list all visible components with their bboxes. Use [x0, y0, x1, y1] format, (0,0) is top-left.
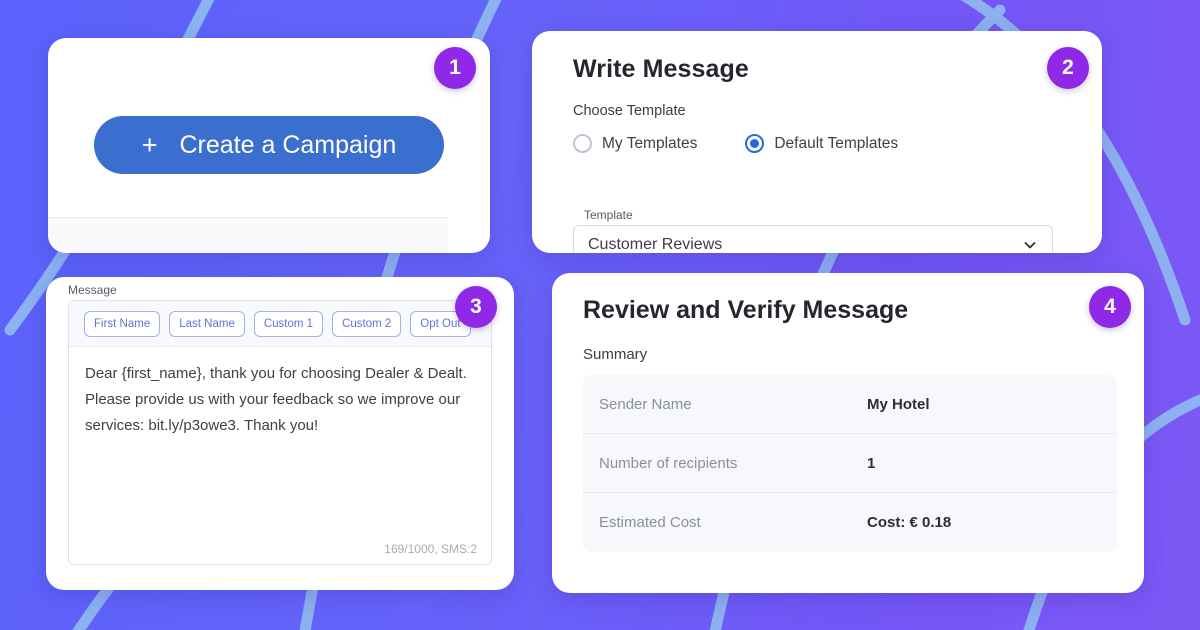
- token-chip-last-name[interactable]: Last Name: [169, 310, 245, 337]
- summary-label: Summary: [583, 346, 648, 363]
- token-chip-first-name[interactable]: First Name: [84, 310, 161, 337]
- template-select-value: Customer Reviews: [588, 235, 723, 253]
- step-badge-4: 4: [1089, 286, 1131, 328]
- summary-table: Sender Name My Hotel Number of recipient…: [583, 375, 1117, 552]
- radio-default-templates[interactable]: Default Templates: [745, 134, 898, 153]
- token-chip-custom-2[interactable]: Custom 2: [332, 310, 402, 337]
- step-badge-2: 2: [1047, 47, 1089, 89]
- radio-my-templates-label: My Templates: [602, 134, 698, 152]
- step-badge-3: 3: [455, 286, 497, 328]
- message-field-label: Message: [68, 283, 117, 297]
- summary-key-estimated-cost: Estimated Cost: [599, 514, 701, 531]
- template-source-radio-group: My Templates Default Templates: [573, 134, 898, 153]
- card-review-verify: Review and Verify Message Summary Sender…: [552, 273, 1144, 593]
- radio-my-templates[interactable]: My Templates: [573, 134, 697, 153]
- summary-value-sender-name: My Hotel: [867, 395, 930, 413]
- table-header-strip: [48, 217, 448, 253]
- summary-key-recipients: Number of recipients: [599, 454, 738, 472]
- create-campaign-label: Create a Campaign: [179, 130, 397, 159]
- summary-value-recipients: 1: [867, 454, 876, 472]
- review-title: Review and Verify Message: [583, 296, 909, 324]
- table-row: Number of recipients 1: [583, 434, 1117, 493]
- template-select[interactable]: Customer Reviews: [573, 225, 1053, 253]
- write-message-title: Write Message: [573, 55, 749, 83]
- plus-icon: +: [141, 129, 158, 160]
- card-message-editor: Message First Name Last Name Custom 1 Cu…: [46, 277, 514, 590]
- step-badge-1: 1: [434, 47, 476, 89]
- token-chip-bar: First Name Last Name Custom 1 Custom 2 O…: [69, 301, 491, 347]
- template-field-label: Template: [584, 208, 633, 222]
- card-create-campaign: + Create a Campaign: [48, 38, 490, 253]
- message-body-text[interactable]: Dear {first_name}, thank you for choosin…: [69, 347, 491, 439]
- choose-template-label: Choose Template: [573, 103, 686, 119]
- radio-circle-selected-icon: [745, 134, 765, 153]
- table-row: Estimated Cost Cost: € 0.18: [583, 493, 1117, 552]
- table-row: Sender Name My Hotel: [583, 375, 1117, 434]
- token-chip-custom-1[interactable]: Custom 1: [253, 310, 324, 337]
- chevron-down-icon: [1024, 241, 1036, 248]
- card-write-message: Write Message Choose Template My Templat…: [532, 31, 1102, 253]
- radio-circle-icon: [573, 134, 592, 153]
- message-input-box[interactable]: First Name Last Name Custom 1 Custom 2 O…: [68, 300, 492, 565]
- character-counter: 169/1000, SMS:2: [384, 542, 477, 556]
- summary-key-sender-name: Sender Name: [599, 395, 692, 413]
- create-campaign-button[interactable]: + Create a Campaign: [94, 116, 444, 174]
- summary-value-estimated-cost: Cost: € 0.18: [867, 514, 952, 531]
- radio-default-templates-label: Default Templates: [774, 134, 899, 152]
